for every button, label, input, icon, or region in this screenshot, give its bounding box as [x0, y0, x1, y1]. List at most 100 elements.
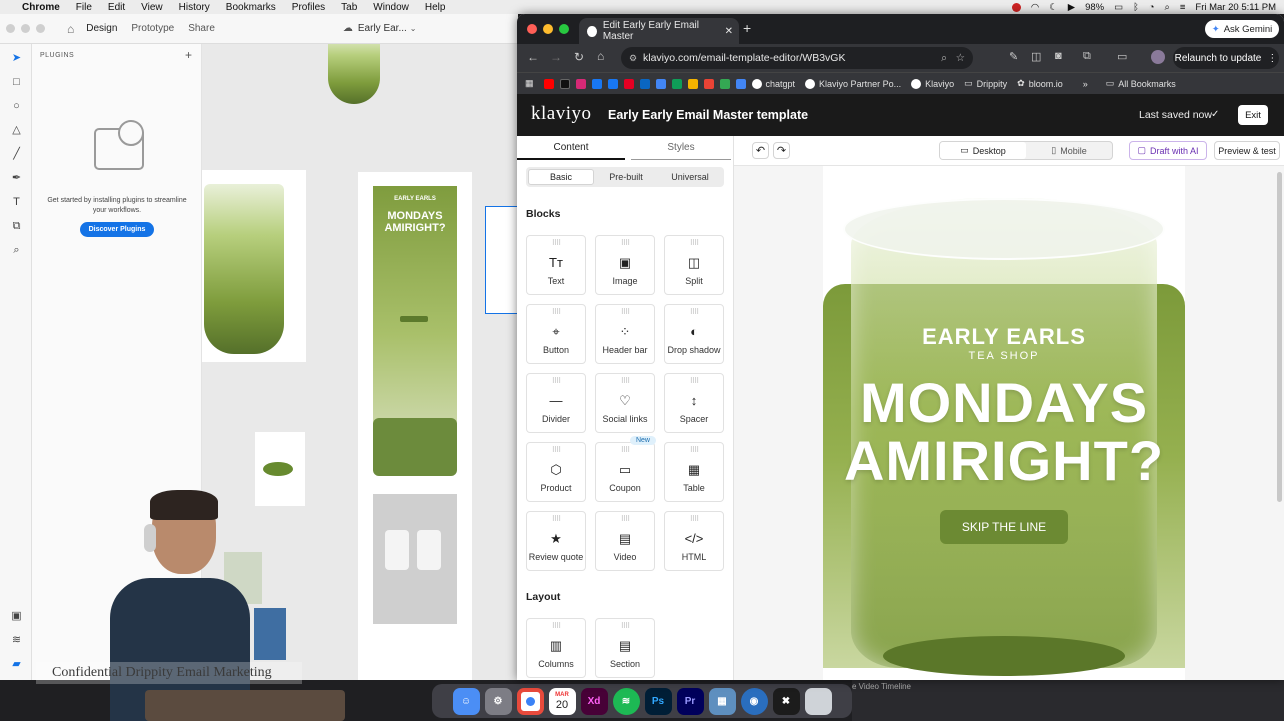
- bookmark-bloom[interactable]: ✿ bloom.io: [1017, 78, 1063, 89]
- plugins-icon[interactable]: ▰: [10, 658, 23, 671]
- bluetooth-icon[interactable]: ᛒ: [1133, 2, 1139, 13]
- device-desktop-button[interactable]: ▭ Desktop: [940, 142, 1026, 159]
- rectangle-tool-icon[interactable]: □: [10, 76, 23, 89]
- extension-window-icon[interactable]: ◫: [1031, 50, 1041, 63]
- zoom-window-icon[interactable]: [559, 24, 569, 34]
- email-headline-2[interactable]: AMIRIGHT?: [823, 432, 1185, 490]
- headphones-icon[interactable]: ◠: [1031, 2, 1039, 13]
- menu-tab[interactable]: Tab: [341, 2, 357, 13]
- play-icon[interactable]: ▶: [1068, 2, 1075, 13]
- layers-icon[interactable]: ≋: [10, 634, 23, 647]
- side-panel-icon[interactable]: ▭: [1117, 50, 1127, 63]
- close-tab-icon[interactable]: ✕: [725, 26, 733, 37]
- drag-handle-icon[interactable]: ⠿⠿: [596, 515, 654, 523]
- menu-window[interactable]: Window: [373, 2, 409, 13]
- menu-app-name[interactable]: Chrome: [22, 2, 60, 13]
- undo-icon[interactable]: ↶: [752, 142, 769, 159]
- line-tool-icon[interactable]: ╱: [10, 148, 23, 161]
- clock[interactable]: Fri Mar 20 5:11 PM: [1195, 2, 1276, 13]
- dock-calendar-icon[interactable]: MAR 20: [548, 687, 576, 715]
- dock-chrome-icon[interactable]: [516, 687, 544, 715]
- browser-tab[interactable]: Edit Early Early Email Master ✕: [579, 18, 739, 44]
- wifi-icon[interactable]: ◔: [1149, 2, 1155, 13]
- bookmark-star-icon[interactable]: ☆: [956, 52, 965, 64]
- minimize-window-icon[interactable]: [543, 24, 553, 34]
- block-split[interactable]: ⠿⠿ ◫ Split: [664, 235, 724, 295]
- block-product[interactable]: ⠿⠿ ⬡ Product: [526, 442, 586, 502]
- search-icon[interactable]: ⌕: [1165, 2, 1170, 13]
- dock-xcode-icon[interactable]: ✖: [772, 687, 800, 715]
- more-bookmarks-icon[interactable]: »: [1083, 79, 1088, 89]
- canvas-ocean-image[interactable]: [254, 608, 286, 660]
- dock-preview-icon[interactable]: ▦: [708, 687, 736, 715]
- dock-premiere-icon[interactable]: Pr: [676, 687, 704, 715]
- exit-button[interactable]: Exit: [1238, 105, 1268, 125]
- extension-camera-icon[interactable]: ◙: [1055, 50, 1062, 62]
- drag-handle-icon[interactable]: ⠿⠿: [527, 308, 585, 316]
- moon-icon[interactable]: ☾: [1049, 2, 1058, 13]
- block-header-bar[interactable]: ⠿⠿ ⁘ Header bar: [595, 304, 655, 364]
- google-docs-icon[interactable]: [655, 78, 666, 89]
- pinterest-icon[interactable]: [623, 78, 634, 89]
- chevron-down-icon[interactable]: ⌄: [410, 24, 417, 33]
- bookmark-klaviyo-partner[interactable]: Klaviyo Partner Po...: [805, 78, 901, 89]
- tiktok-icon[interactable]: [559, 78, 570, 89]
- linkedin-icon[interactable]: [639, 78, 650, 89]
- gmail-icon[interactable]: [703, 78, 714, 89]
- canvas-matcha-image[interactable]: [328, 44, 380, 104]
- drag-handle-icon[interactable]: ⠿⠿: [665, 515, 723, 523]
- relaunch-button[interactable]: Relaunch to update ⋮: [1173, 47, 1279, 69]
- canvas-artboard-left[interactable]: [202, 170, 306, 362]
- address-bar[interactable]: ⚙ klaviyo.com/email-template-editor/WB3v…: [621, 47, 973, 69]
- new-tab-button[interactable]: +: [743, 20, 751, 36]
- minimize-window-icon[interactable]: [21, 24, 30, 33]
- drag-handle-icon[interactable]: ⠿⠿: [596, 377, 654, 385]
- drag-handle-icon[interactable]: ⠿⠿: [596, 622, 654, 630]
- menu-help[interactable]: Help: [425, 2, 446, 13]
- tab-content[interactable]: Content: [517, 136, 625, 160]
- preview-test-button[interactable]: Preview & test: [1214, 141, 1280, 160]
- apps-grid-icon[interactable]: ▦: [525, 78, 534, 89]
- drag-handle-icon[interactable]: ⠿⠿: [527, 446, 585, 454]
- drag-handle-icon[interactable]: ⠿⠿: [665, 446, 723, 454]
- record-icon[interactable]: [1011, 2, 1021, 12]
- segment-basic[interactable]: Basic: [528, 169, 594, 185]
- menu-file[interactable]: File: [76, 2, 92, 13]
- forward-icon[interactable]: →: [550, 50, 562, 64]
- youtube-icon[interactable]: [543, 78, 554, 89]
- template-title[interactable]: Early Early Email Master template: [608, 108, 808, 122]
- drag-handle-icon[interactable]: ⠿⠿: [665, 239, 723, 247]
- dock-finder-icon[interactable]: ☺: [452, 687, 480, 715]
- pen-tool-icon[interactable]: ✒: [10, 172, 23, 185]
- menu-profiles[interactable]: Profiles: [292, 2, 325, 13]
- segment-universal[interactable]: Universal: [658, 169, 722, 185]
- zoom-window-icon[interactable]: [36, 24, 45, 33]
- block-divider[interactable]: ⠿⠿ — Divider: [526, 373, 586, 433]
- layout-section[interactable]: ⠿⠿ ▤ Section: [595, 618, 655, 678]
- block-table[interactable]: ⠿⠿ ▦ Table: [664, 442, 724, 502]
- url-text[interactable]: klaviyo.com/email-template-editor/WB3vGK: [643, 52, 845, 64]
- block-coupon[interactable]: ⠿⠿ ▭ Coupon New: [595, 436, 656, 502]
- block-drop-shadow[interactable]: ⠿⠿ ◐ Drop shadow: [664, 304, 724, 364]
- block-review-quote[interactable]: ⠿⠿ ★ Review quote: [526, 511, 586, 571]
- layout-columns[interactable]: ⠿⠿ ▥ Columns: [526, 618, 586, 678]
- drag-handle-icon[interactable]: ⠿⠿: [665, 308, 723, 316]
- email-brand[interactable]: EARLY EARLS: [823, 324, 1185, 350]
- block-video[interactable]: ⠿⠿ ▤ Video: [595, 511, 655, 571]
- dock-spotify-icon[interactable]: ≋: [612, 687, 640, 715]
- block-spacer[interactable]: ⠿⠿ ↕ Spacer: [664, 373, 724, 433]
- control-center-icon[interactable]: ≡: [1180, 2, 1186, 13]
- home-icon[interactable]: ⌂: [597, 49, 604, 63]
- back-icon[interactable]: ←: [527, 50, 539, 64]
- drag-handle-icon[interactable]: ⠿⠿: [527, 515, 585, 523]
- reload-icon[interactable]: ↻: [574, 50, 584, 64]
- menu-view[interactable]: View: [141, 2, 163, 13]
- ask-gemini-button[interactable]: ✦ Ask Gemini: [1205, 20, 1279, 38]
- calendar-icon[interactable]: [735, 78, 746, 89]
- tab-styles[interactable]: Styles: [631, 136, 731, 160]
- artboard-tool-icon[interactable]: ⧉: [10, 220, 23, 233]
- dock-proxyman-icon[interactable]: ◉: [740, 687, 768, 715]
- canvas-selected-artboard[interactable]: [485, 206, 518, 314]
- canvas-email-artboard[interactable]: EARLY EARLS MONDAYS AMIRIGHT?: [358, 172, 472, 680]
- tab-prototype[interactable]: Prototype: [131, 23, 174, 34]
